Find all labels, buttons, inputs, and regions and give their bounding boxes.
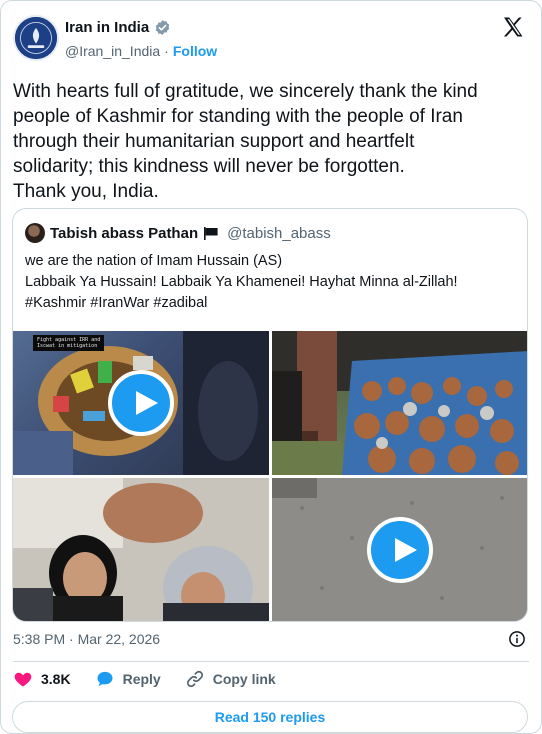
tweet-line: With hearts full of gratitude, we sincer… (13, 81, 478, 102)
caption-line: Iscwat in mitigation (37, 343, 98, 349)
quoted-tweet[interactable]: Tabish abass Pathan @tabish_abass we are… (12, 208, 528, 622)
media-tile-image-2[interactable] (272, 331, 527, 475)
play-icon[interactable] (367, 517, 433, 583)
divider (13, 661, 529, 662)
author-display-name[interactable]: Iran in India (65, 19, 149, 36)
media-tile-video-4[interactable] (272, 478, 527, 621)
quote-author-avatar[interactable] (25, 223, 45, 243)
copy-link-button[interactable]: Copy link (185, 669, 276, 689)
tweet-body: With hearts full of gratitude, we sincer… (13, 79, 529, 204)
quote-body: we are the nation of Imam Hussain (AS) L… (25, 251, 458, 314)
quote-author-name[interactable]: Tabish abass Pathan (50, 225, 198, 242)
likes-count: 3.8K (41, 671, 71, 687)
media-tile-video-1[interactable]: Fight against IRR and Iscwat in mitigati… (13, 331, 269, 475)
tweet-timestamp[interactable]: 5:38 PM · Mar 22, 2026 (13, 631, 160, 647)
play-icon[interactable] (108, 370, 174, 436)
tweet-line: Thank you, India. (13, 181, 159, 202)
reply-bubble-icon (97, 671, 113, 687)
tweet-line: solidarity; this kindness will never be … (13, 156, 405, 177)
quote-line: we are the nation of Imam Hussain (AS) (25, 253, 283, 269)
video-caption-overlay: Fight against IRR and Iscwat in mitigati… (33, 335, 105, 351)
author-avatar[interactable] (13, 15, 59, 61)
copy-link-label: Copy link (212, 671, 276, 687)
reply-label: Reply (122, 671, 161, 687)
tweet-line: through their humanitarian support and h… (13, 131, 415, 152)
follow-button[interactable]: Follow (173, 43, 217, 59)
quote-line: #Kashmir #IranWar #zadibal (25, 295, 208, 311)
heart-icon (14, 672, 32, 687)
media-tile-image-3[interactable] (13, 478, 269, 621)
link-icon (186, 670, 203, 688)
tweet-line: people of Kashmir for standing with the … (13, 106, 463, 127)
media-grid: Fight against IRR and Iscwat in mitigati… (13, 331, 527, 621)
verified-badge-icon (155, 20, 170, 35)
tweet-card: Iran in India @Iran_in_India · Follow Wi… (0, 0, 542, 734)
reply-button[interactable]: Reply (95, 669, 161, 689)
quote-line: Labbaik Ya Hussain! Labbaik Ya Khamenei!… (25, 274, 458, 290)
flag-icon (204, 226, 218, 240)
info-icon[interactable] (508, 630, 526, 648)
author-handle[interactable]: @Iran_in_India (65, 43, 160, 59)
handle-separator: · (164, 43, 169, 59)
action-bar: 3.8K Reply Copy link (13, 669, 300, 689)
like-button[interactable]: 3.8K (13, 669, 71, 689)
read-replies-button[interactable]: Read 150 replies (12, 701, 528, 733)
x-logo-icon[interactable] (501, 15, 525, 39)
quote-author-handle[interactable]: @tabish_abass (227, 225, 331, 242)
